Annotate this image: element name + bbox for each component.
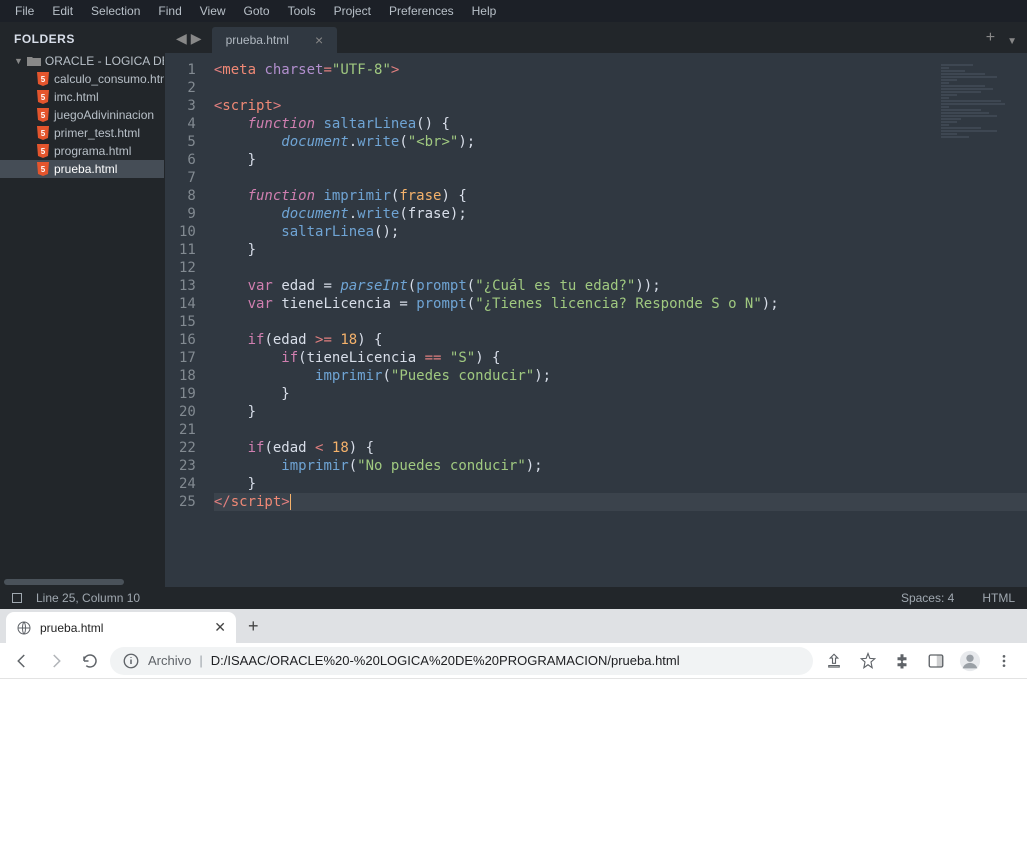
file-item[interactable]: 5primer_test.html — [0, 124, 164, 142]
panel-toggle-icon[interactable] — [12, 593, 22, 603]
menu-tools[interactable]: Tools — [279, 4, 325, 18]
svg-text:5: 5 — [41, 129, 46, 138]
browser-window: ⌄ — ▢ ✕ prueba.html ✕ + Archivo | D:/ISA… — [0, 609, 1027, 856]
menu-project[interactable]: Project — [325, 4, 380, 18]
menu-help[interactable]: Help — [463, 4, 506, 18]
menu-icon[interactable] — [989, 647, 1019, 675]
minimap[interactable] — [941, 63, 1021, 139]
url-protocol: Archivo — [148, 653, 191, 668]
svg-text:5: 5 — [41, 75, 46, 84]
extensions-icon[interactable] — [887, 647, 917, 675]
reload-button[interactable] — [76, 647, 104, 675]
close-icon[interactable]: ✕ — [214, 619, 226, 636]
syntax-mode[interactable]: HTML — [982, 591, 1015, 605]
sidepanel-icon[interactable] — [921, 647, 951, 675]
status-bar: Line 25, Column 10 Spaces: 4 HTML — [0, 587, 1027, 609]
file-item[interactable]: 5prueba.html — [0, 160, 164, 178]
url-path: D:/ISAAC/ORACLE%20-%20LOGICA%20DE%20PROG… — [211, 653, 680, 668]
folder-root[interactable]: ▼ORACLE - LOGICA DE — [0, 52, 164, 70]
close-icon[interactable]: × — [315, 35, 323, 45]
sidebar-scrollbar[interactable] — [0, 577, 164, 587]
browser-tab-title: prueba.html — [40, 621, 103, 635]
back-button[interactable] — [8, 647, 36, 675]
file-item[interactable]: 5imc.html — [0, 88, 164, 106]
code-editor[interactable]: 1234567891011121314151617181920212223242… — [164, 53, 1027, 587]
share-icon[interactable] — [819, 647, 849, 675]
menu-preferences[interactable]: Preferences — [380, 4, 463, 18]
tab-history-nav: ◀ ▶ — [170, 30, 212, 53]
editor-tab[interactable]: prueba.html × — [212, 27, 338, 53]
toolbar: Archivo | D:/ISAAC/ORACLE%20-%20LOGICA%2… — [0, 643, 1027, 679]
svg-text:5: 5 — [41, 93, 46, 102]
menu-view[interactable]: View — [191, 4, 235, 18]
nav-forward-icon[interactable]: ▶ — [189, 30, 204, 47]
editor-window: FileEditSelectionFindViewGotoToolsProjec… — [0, 0, 1027, 609]
globe-icon — [16, 620, 32, 636]
bookmark-icon[interactable] — [853, 647, 883, 675]
menu-find[interactable]: Find — [149, 4, 190, 18]
info-icon[interactable] — [122, 652, 140, 670]
profile-icon[interactable] — [955, 647, 985, 675]
indent-setting[interactable]: Spaces: 4 — [901, 591, 954, 605]
tab-bar: ◀ ▶ prueba.html × + ▼ — [164, 22, 1027, 53]
line-gutter: 1234567891011121314151617181920212223242… — [164, 53, 204, 587]
address-bar[interactable]: Archivo | D:/ISAAC/ORACLE%20-%20LOGICA%2… — [110, 647, 813, 675]
forward-button[interactable] — [42, 647, 70, 675]
new-tab-button[interactable]: + — [236, 616, 271, 643]
menu-edit[interactable]: Edit — [43, 4, 82, 18]
file-item[interactable]: 5calculo_consumo.html — [0, 70, 164, 88]
menu-goto[interactable]: Goto — [235, 4, 279, 18]
menu-file[interactable]: File — [6, 4, 43, 18]
file-item[interactable]: 5programa.html — [0, 142, 164, 160]
browser-tab[interactable]: prueba.html ✕ — [6, 612, 236, 643]
page-viewport — [0, 679, 1027, 856]
tab-menu-icon[interactable]: ▼ — [1005, 36, 1027, 53]
file-item[interactable]: 5juegoAdivininacion — [0, 106, 164, 124]
sidebar: FOLDERS ▼ORACLE - LOGICA DE5calculo_cons… — [0, 22, 164, 587]
sidebar-title: FOLDERS — [0, 22, 164, 52]
menu-selection[interactable]: Selection — [82, 4, 149, 18]
tab-title: prueba.html — [226, 33, 289, 47]
svg-text:5: 5 — [41, 111, 46, 120]
svg-text:5: 5 — [41, 147, 46, 156]
menubar: FileEditSelectionFindViewGotoToolsProjec… — [0, 0, 1027, 22]
new-tab-icon[interactable]: + — [976, 29, 1005, 53]
nav-back-icon[interactable]: ◀ — [174, 30, 189, 47]
cursor-position[interactable]: Line 25, Column 10 — [36, 591, 140, 605]
svg-text:5: 5 — [41, 165, 46, 174]
